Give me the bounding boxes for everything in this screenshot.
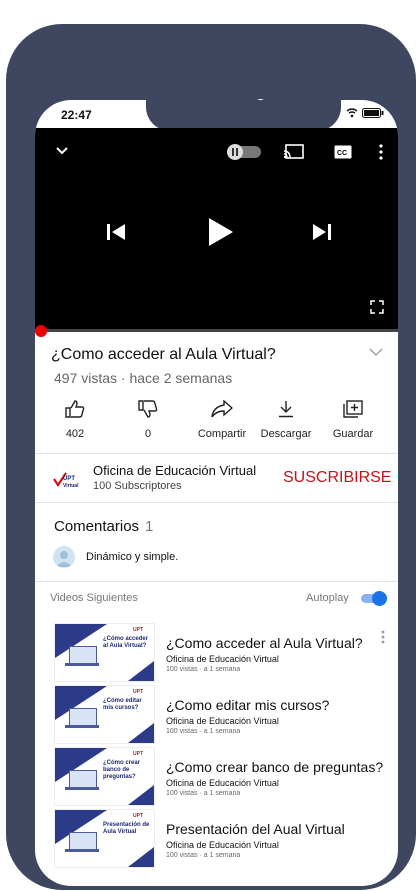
thumbnail-logo: UPT — [133, 689, 143, 695]
channel-name[interactable]: Oficina de Educación Virtual — [93, 463, 256, 478]
dislike-button[interactable]: 0 — [113, 400, 183, 442]
like-button[interactable]: 402 — [40, 400, 110, 442]
thumbnail-text: ¿Cómo editar mis cursos? — [103, 698, 142, 711]
item-title: ¿Como acceder al Aula Virtual? — [166, 635, 363, 651]
avatar — [53, 546, 75, 568]
autoplay-label: Autoplay — [306, 592, 349, 604]
comments-count: 1 — [145, 518, 154, 535]
subscribe-button[interactable]: SUSCRIBIRSE — [283, 469, 391, 487]
captions-icon[interactable]: CC — [334, 145, 352, 159]
thumbs-up-icon — [65, 400, 85, 418]
status-time: 22:47 — [61, 108, 92, 122]
pause-toggle-icon[interactable] — [227, 144, 263, 160]
divider — [35, 453, 398, 454]
video-title: ¿Como acceder al Aula Virtual? — [51, 346, 276, 363]
download-icon — [279, 401, 293, 418]
video-progress-bar[interactable] — [35, 329, 398, 332]
next-icon[interactable] — [312, 223, 332, 241]
channel-subscribers: 100 Subscriptores — [93, 480, 182, 492]
video-thumbnail[interactable]: UPT Presentación de Aula Virtual — [54, 809, 155, 868]
status-icons — [346, 108, 384, 118]
thumbnail-text: ¿Cómo acceder al Aula Virtual? — [103, 636, 149, 649]
collapse-chevron-icon[interactable] — [55, 146, 69, 156]
phone-frame: 22:47 CC ¿Como acceder al Aula Virtual? … — [6, 24, 416, 890]
item-meta: 100 vistas · a 1 semana — [166, 790, 241, 797]
video-player[interactable]: CC — [35, 128, 398, 331]
thumbnail-logo: UPT — [133, 813, 143, 819]
user-avatar-icon — [56, 551, 72, 567]
save-playlist-icon — [343, 400, 363, 418]
autoplay-toggle-knob[interactable] — [372, 591, 387, 606]
up-next-item[interactable]: UPT ¿Cómo editar mis cursos? ¿Como edita… — [54, 685, 394, 745]
notch — [146, 100, 341, 131]
comment-text: Dinámico y simple. — [86, 551, 179, 563]
divider — [35, 581, 398, 582]
share-icon — [211, 400, 233, 418]
more-vert-icon[interactable] — [378, 144, 384, 160]
thumbs-down-icon — [138, 400, 158, 418]
video-thumbnail[interactable]: UPT ¿Cómo crear banco de preguntas? — [54, 747, 155, 806]
comments-header[interactable]: Comentarios 1 — [54, 518, 153, 535]
comments-title: Comentarios — [54, 518, 140, 535]
channel-logo[interactable]: UPTVirtual — [53, 472, 81, 488]
action-bar: 402 0 Compartir Descargar Guardar — [35, 400, 398, 448]
svg-text:UPT: UPT — [63, 476, 75, 482]
phone-screen: 22:47 CC ¿Como acceder al Aula Virtual? … — [35, 100, 398, 886]
item-meta: 100 vistas · a 1 semana — [166, 728, 241, 735]
svg-text:Virtual: Virtual — [63, 483, 79, 488]
thumbnail-text: ¿Cómo crear banco de preguntas? — [103, 760, 141, 780]
up-next-label: Videos Siguientes — [50, 592, 138, 604]
up-next-item[interactable]: UPT Presentación de Aula Virtual Present… — [54, 809, 394, 869]
video-thumbnail[interactable]: UPT ¿Cómo editar mis cursos? — [54, 685, 155, 744]
item-channel: Oficina de Educación Virtual — [166, 654, 279, 664]
video-scrubber[interactable] — [35, 325, 47, 337]
svg-text:CC: CC — [337, 150, 347, 157]
download-button[interactable]: Descargar — [251, 400, 321, 442]
item-meta: 100 vistas · a 1 semana — [166, 852, 241, 859]
item-channel: Oficina de Educación Virtual — [166, 840, 279, 850]
thumbnail-logo: UPT — [133, 751, 143, 757]
item-title: Presentación del Aual Virtual — [166, 821, 345, 837]
item-channel: Oficina de Educación Virtual — [166, 778, 279, 788]
share-button[interactable]: Compartir — [187, 400, 257, 442]
previous-icon[interactable] — [106, 223, 126, 241]
video-thumbnail[interactable]: UPT ¿Cómo acceder al Aula Virtual? — [54, 623, 155, 682]
battery-icon — [362, 108, 384, 118]
item-title: ¿Como crear banco de preguntas? — [166, 759, 384, 775]
item-meta: 100 vistas · a 1 semana — [166, 666, 241, 673]
cast-icon[interactable] — [284, 144, 304, 160]
thumbnail-logo: UPT — [133, 627, 143, 633]
thumbnail-text: Presentación de Aula Virtual — [103, 822, 150, 835]
video-meta: 497 vistas · hace 2 semanas — [54, 370, 233, 386]
fullscreen-icon[interactable] — [370, 300, 384, 314]
expand-description-icon[interactable] — [369, 348, 383, 357]
item-channel: Oficina de Educación Virtual — [166, 716, 279, 726]
wifi-icon — [346, 108, 358, 118]
divider — [35, 502, 398, 503]
up-next-item[interactable]: UPT ¿Cómo acceder al Aula Virtual? ¿Como… — [54, 623, 394, 683]
item-title: ¿Como editar mis cursos? — [166, 697, 330, 713]
up-next-item[interactable]: UPT ¿Cómo crear banco de preguntas? ¿Com… — [54, 747, 394, 807]
more-vert-icon[interactable] — [381, 630, 385, 644]
save-button[interactable]: Guardar — [318, 400, 388, 442]
play-icon[interactable] — [208, 217, 234, 247]
